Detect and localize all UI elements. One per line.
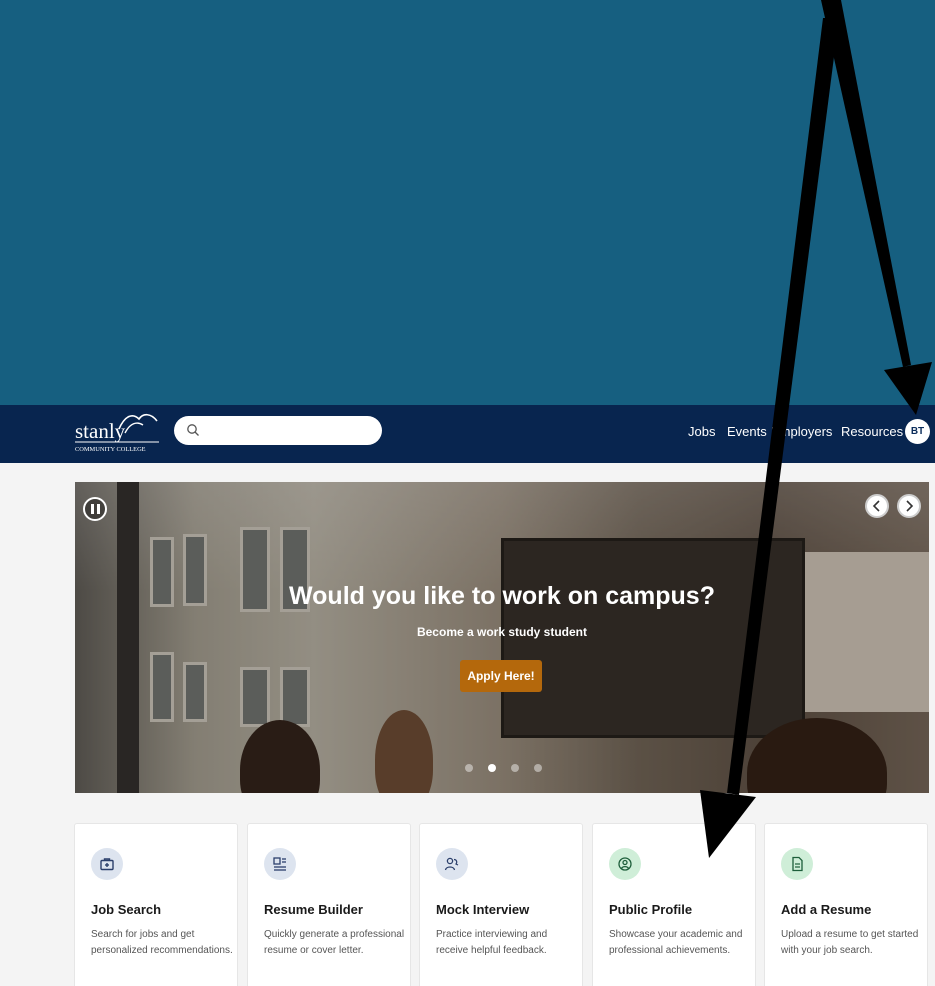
carousel-dots [465,764,542,772]
apply-here-button[interactable]: Apply Here! [460,660,542,692]
card-title: Public Profile [609,902,693,917]
card-title: Mock Interview [436,902,530,917]
carousel-dot-2[interactable] [488,764,496,772]
hero-carousel: Would you like to work on campus? Become… [75,482,929,793]
search-icon [187,424,199,436]
user-avatar[interactable]: BT [905,419,930,444]
college-logo[interactable]: stanly COMMUNITY COLLEGE [75,411,160,455]
card-description: Upload a resume to get started with your… [781,929,919,956]
card-title: Add a Resume [781,902,872,917]
chevron-left-icon[interactable] [865,494,889,518]
logo-subtext: COMMUNITY COLLEGE [75,446,146,453]
nav-link-jobs[interactable]: Jobs [688,424,715,439]
top-navbar: stanly COMMUNITY COLLEGE Jobs Events Emp… [0,405,935,463]
chevron-right-icon[interactable] [897,494,921,518]
logo-icon: stanly COMMUNITY COLLEGE [75,413,159,453]
card-public-profile[interactable]: Public Profile Showcase your academic an… [592,823,756,986]
hero-title: Would you like to work on campus? [289,582,715,610]
card-description: Showcase your academic and professional … [609,929,743,956]
carousel-dot-4[interactable] [534,764,542,772]
card-title: Resume Builder [264,902,363,917]
logo-wordmark: stanly [75,419,126,443]
nav-link-events[interactable]: Events [727,424,767,439]
pause-icon[interactable] [83,497,107,521]
card-description: Quickly generate a professional resume o… [264,929,405,956]
briefcase-icon [91,848,123,880]
top-color-block [0,0,935,405]
card-job-search[interactable]: Job Search Search for jobs and get perso… [74,823,238,986]
nav-link-resources[interactable]: Resources [841,424,903,439]
carousel-dot-1[interactable] [465,764,473,772]
profile-icon [609,848,641,880]
hero-subtitle: Become a work study student [416,625,588,639]
card-add-resume[interactable]: Add a Resume Upload a resume to get star… [764,823,928,986]
card-description: Practice interviewing and receive helpfu… [436,929,548,956]
interview-icon [436,848,468,880]
document-icon [781,848,813,880]
card-mock-interview[interactable]: Mock Interview Practice interviewing and… [419,823,583,986]
card-description: Search for jobs and get personalized rec… [91,929,233,956]
resume-icon [264,848,296,880]
nav-link-employers[interactable]: Employers [771,424,832,439]
card-title: Job Search [91,902,162,917]
carousel-dot-3[interactable] [511,764,519,772]
card-resume-builder[interactable]: Resume Builder Quickly generate a profes… [247,823,411,986]
search-input[interactable] [174,416,382,445]
